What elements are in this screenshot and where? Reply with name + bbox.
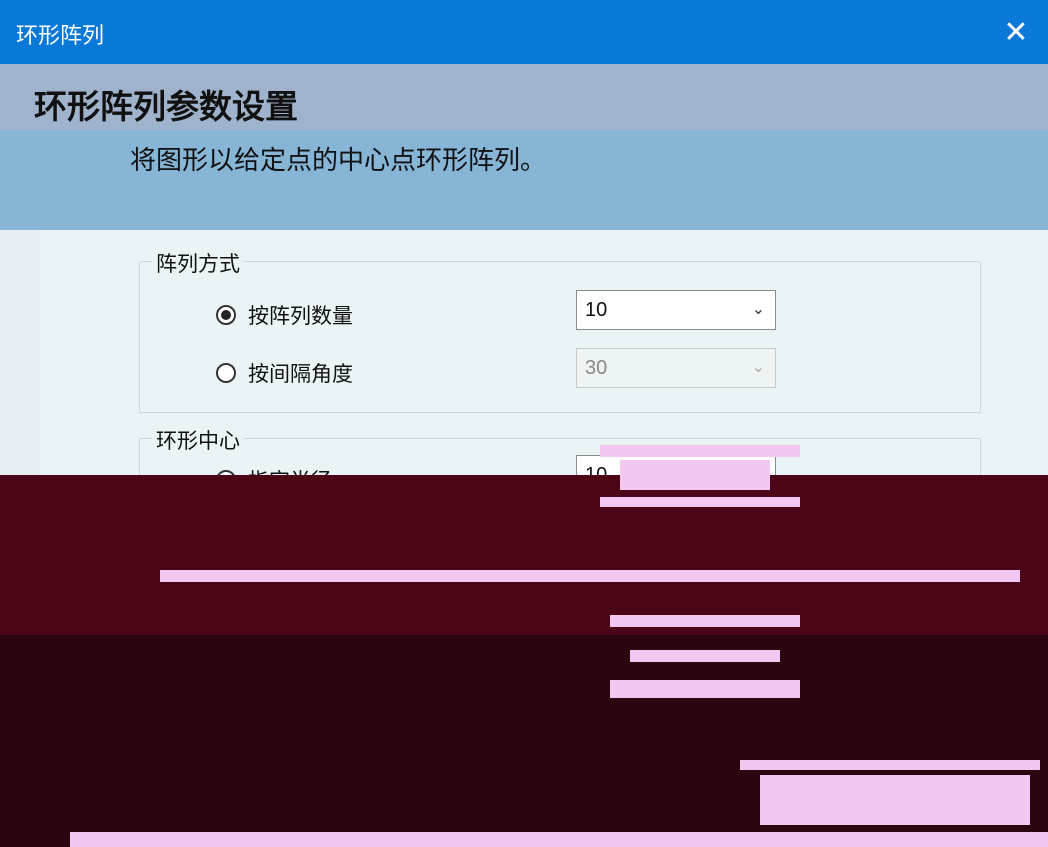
page-title: 环形阵列参数设置: [34, 87, 298, 126]
combo-value: 10: [585, 298, 608, 321]
glitch-bar: [740, 760, 1040, 770]
glitch-overlay-top: [0, 475, 1048, 635]
array-mode-legend: 阵列方式: [152, 248, 244, 278]
radio-button-unchecked[interactable]: [216, 363, 236, 383]
glitch-bar: [600, 445, 800, 457]
glitch-bar: [620, 460, 770, 490]
close-icon[interactable]: ✕: [984, 0, 1048, 64]
angle-combobox[interactable]: 30 ⌄: [576, 348, 776, 388]
glitch-bar: [160, 570, 1020, 582]
glitch-bar: [600, 497, 800, 507]
glitch-bar: [70, 832, 1048, 847]
array-mode-group: 阵列方式 按阵列数量 10 ⌄ 按间隔角度 30 ⌄: [139, 248, 981, 413]
chevron-down-icon[interactable]: ⌄: [752, 357, 765, 377]
glitch-bar: [610, 615, 800, 627]
radio-by-angle[interactable]: 按间隔角度: [216, 358, 353, 388]
radio-by-count[interactable]: 按阵列数量: [216, 300, 353, 330]
count-combobox[interactable]: 10 ⌄: [576, 290, 776, 330]
title-bar: 环形阵列 ✕: [0, 0, 1048, 64]
radio-label: 按阵列数量: [248, 305, 353, 328]
glitch-bar: [760, 775, 1030, 825]
window-title: 环形阵列: [16, 23, 105, 48]
center-legend: 环形中心: [152, 425, 244, 455]
chevron-down-icon[interactable]: ⌄: [752, 299, 765, 319]
dialog-header: 环形阵列参数设置 将图形以给定点的中心点环形阵列。: [0, 64, 1048, 230]
glitch-bar: [610, 680, 800, 698]
combo-value: 30: [585, 356, 608, 379]
radio-button-checked[interactable]: [216, 305, 236, 325]
glitch-bar: [630, 650, 780, 662]
radio-label: 按间隔角度: [248, 363, 353, 386]
page-description: 将图形以给定点的中心点环形阵列。: [130, 145, 547, 175]
